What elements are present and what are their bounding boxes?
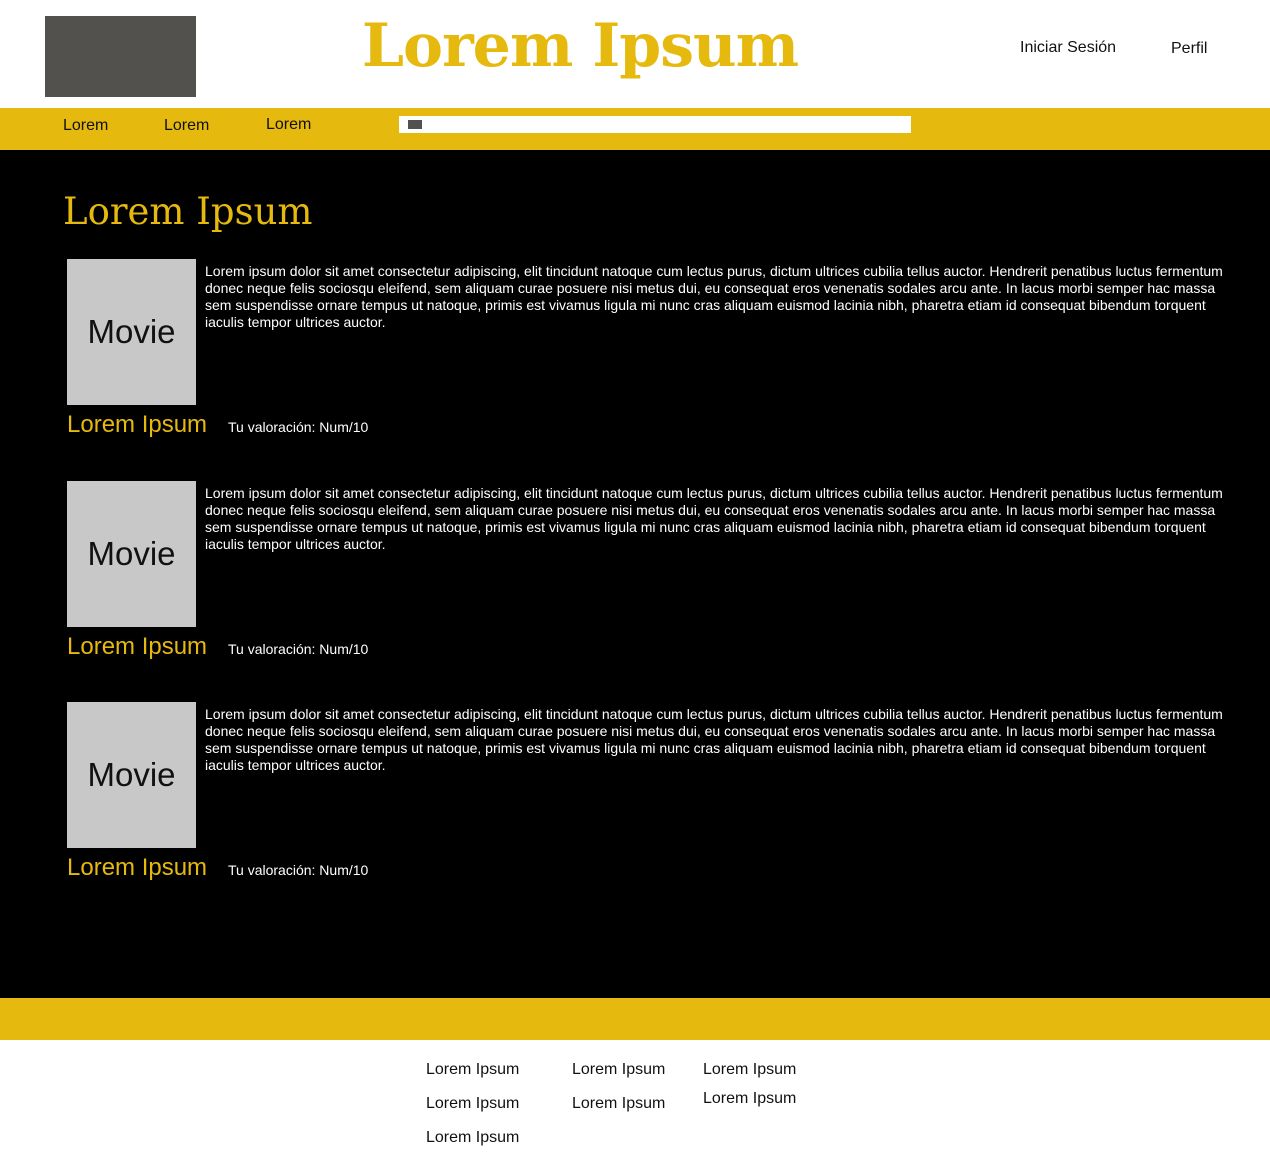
- footer: Lorem Ipsum Lorem Ipsum Lorem Ipsum Lore…: [0, 1040, 1270, 1162]
- movie-entry: Movie Lorem ipsum dolor sit amet consect…: [0, 481, 1270, 671]
- movie-title[interactable]: Lorem Ipsum: [67, 633, 207, 661]
- nav-bar: Lorem Lorem Lorem: [0, 108, 1270, 150]
- movie-rating: Tu valoración: Num/10: [228, 862, 369, 878]
- footer-bar: [0, 998, 1270, 1040]
- login-link[interactable]: Iniciar Sesión: [1020, 39, 1116, 57]
- poster-label: Movie: [87, 313, 176, 350]
- main-content: Lorem Ipsum Movie Lorem ipsum dolor sit …: [0, 150, 1270, 998]
- search-input[interactable]: [427, 116, 907, 133]
- footer-link[interactable]: Lorem Ipsum: [572, 1061, 665, 1079]
- poster-label: Movie: [87, 535, 176, 572]
- movie-title[interactable]: Lorem Ipsum: [67, 411, 207, 439]
- movie-synopsis: Lorem ipsum dolor sit amet consectetur a…: [205, 706, 1223, 773]
- movie-rating: Tu valoración: Num/10: [228, 419, 369, 435]
- movie-synopsis: Lorem ipsum dolor sit amet consectetur a…: [205, 485, 1223, 552]
- nav-item-1[interactable]: Lorem: [63, 117, 108, 135]
- logo-placeholder[interactable]: [45, 16, 196, 97]
- footer-link[interactable]: Lorem Ipsum: [703, 1061, 796, 1079]
- footer-link[interactable]: Lorem Ipsum: [426, 1095, 519, 1113]
- footer-link[interactable]: Lorem Ipsum: [703, 1090, 796, 1108]
- movie-rating: Tu valoración: Num/10: [228, 641, 369, 657]
- movie-poster[interactable]: Movie: [67, 259, 196, 405]
- profile-link[interactable]: Perfil: [1171, 40, 1207, 58]
- section-title: Lorem Ipsum: [63, 190, 313, 233]
- footer-link[interactable]: Lorem Ipsum: [572, 1095, 665, 1113]
- search-box[interactable]: [399, 116, 911, 133]
- movie-entry: Movie Lorem ipsum dolor sit amet consect…: [0, 702, 1270, 892]
- footer-link[interactable]: Lorem Ipsum: [426, 1129, 519, 1147]
- movie-synopsis: Lorem ipsum dolor sit amet consectetur a…: [205, 263, 1223, 330]
- poster-label: Movie: [87, 756, 176, 793]
- movie-entry: Movie Lorem ipsum dolor sit amet consect…: [0, 259, 1270, 449]
- movie-poster[interactable]: Movie: [67, 481, 196, 627]
- nav-item-3[interactable]: Lorem: [266, 116, 311, 134]
- movie-title[interactable]: Lorem Ipsum: [67, 854, 207, 882]
- header: Lorem Ipsum Iniciar Sesión Perfil: [0, 0, 1270, 108]
- movie-poster[interactable]: Movie: [67, 702, 196, 848]
- nav-item-2[interactable]: Lorem: [164, 117, 209, 135]
- footer-link[interactable]: Lorem Ipsum: [426, 1061, 519, 1079]
- site-title: Lorem Ipsum: [361, 11, 799, 81]
- search-icon[interactable]: [408, 120, 422, 129]
